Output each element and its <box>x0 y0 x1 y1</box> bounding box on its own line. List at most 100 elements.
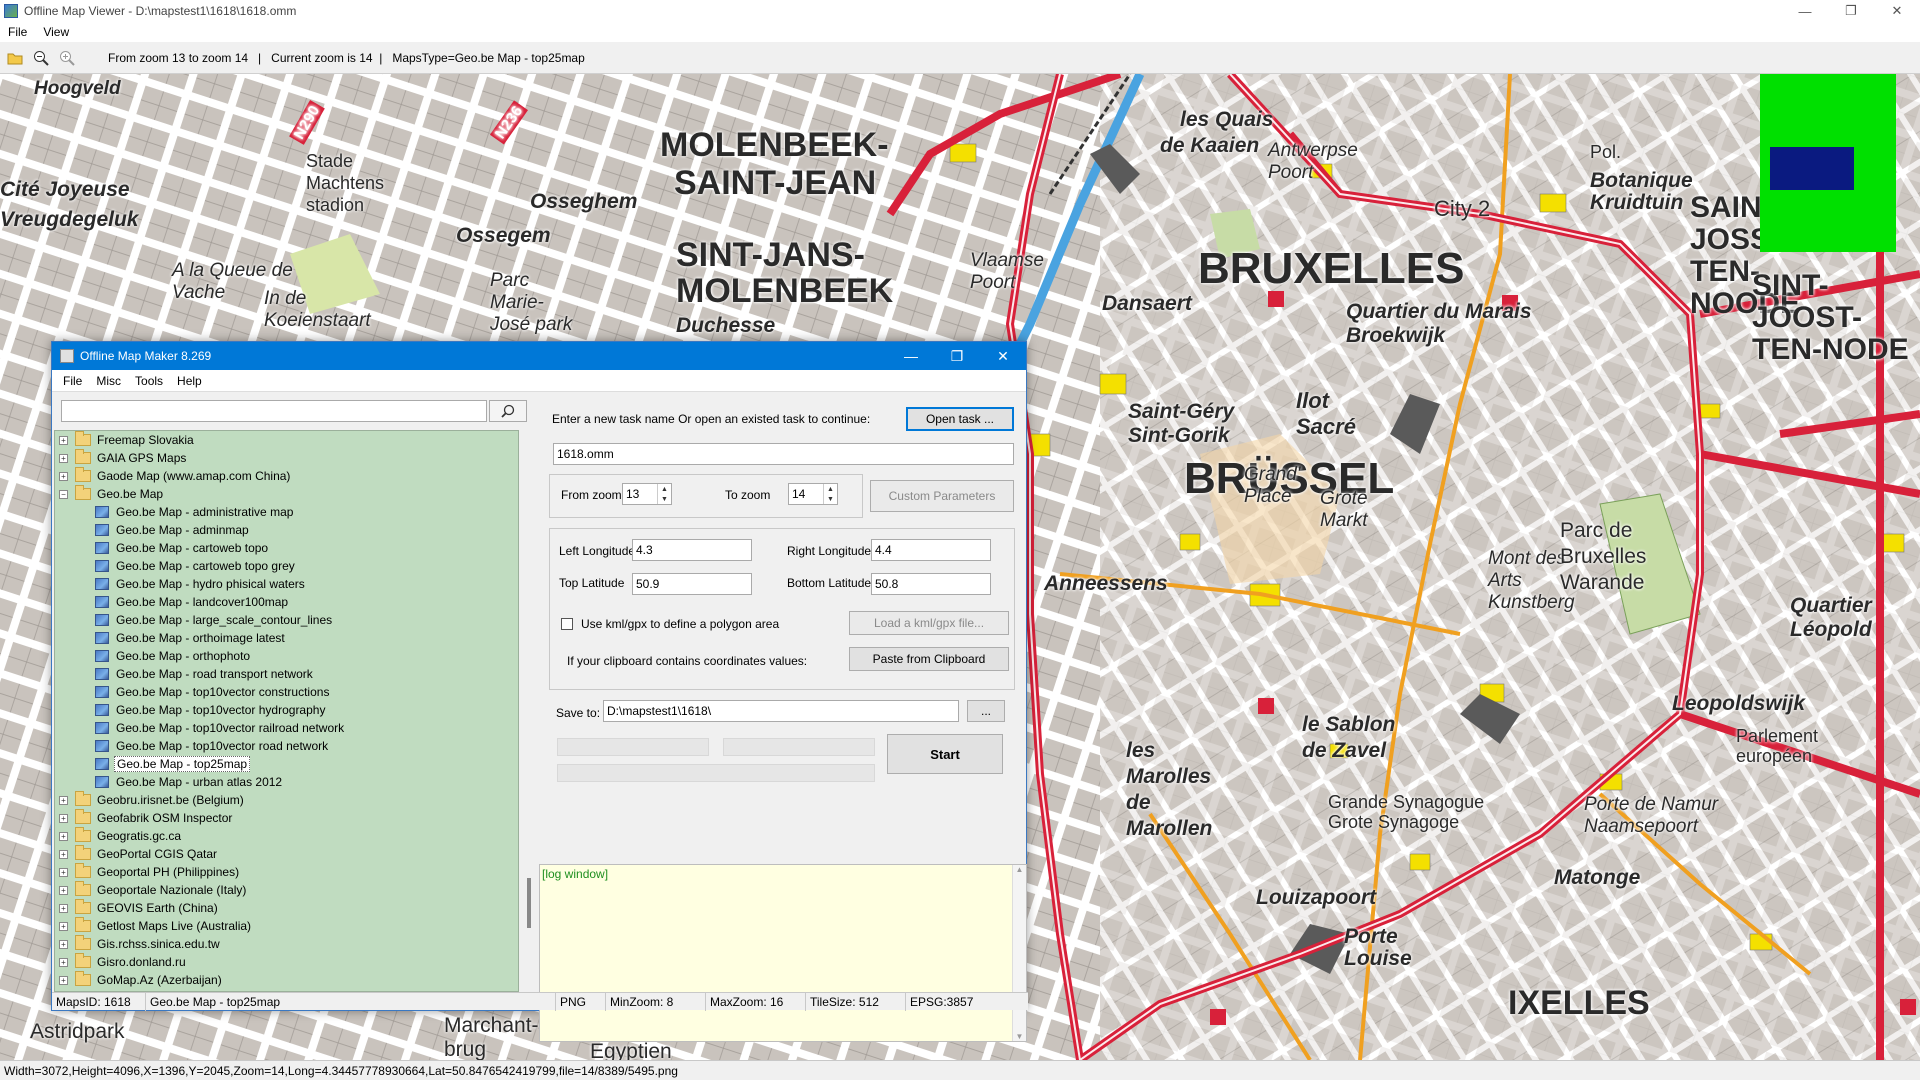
map-label: Grote Markt <box>1320 488 1368 531</box>
close-button[interactable]: ✕ <box>1874 0 1920 22</box>
expand-icon[interactable]: + <box>59 795 68 805</box>
save-to-input[interactable]: D:\mapstest1\1618\ <box>603 700 959 722</box>
tree-folder-item[interactable]: + GEOVIS Earth (China) <box>55 899 518 917</box>
menu-tools[interactable]: Tools <box>128 374 170 388</box>
scroll-down-icon[interactable]: ▼ <box>1016 1032 1024 1041</box>
zoom-out-button[interactable] <box>30 47 52 69</box>
tree-map-item[interactable]: Geo.be Map - top25map <box>55 755 518 773</box>
expand-icon[interactable]: + <box>59 849 68 859</box>
open-task-button[interactable]: Open task ... <box>906 407 1014 431</box>
tree-map-item[interactable]: Geo.be Map - orthoimage latest <box>55 629 518 647</box>
tree-folder-item[interactable]: + GeoPortal CGIS Qatar <box>55 845 518 863</box>
maximize-button[interactable]: ❐ <box>934 342 980 370</box>
menu-file[interactable]: File <box>56 374 89 388</box>
tree-map-item[interactable]: Geo.be Map - large_scale_contour_lines <box>55 611 518 629</box>
expand-icon[interactable]: + <box>59 903 68 913</box>
tree-folder-item[interactable]: + GAIA GPS Maps <box>55 449 518 467</box>
menu-file[interactable]: File <box>0 25 35 39</box>
map-label: Cité Joyeuse <box>0 178 130 201</box>
expand-icon[interactable]: + <box>59 813 68 823</box>
overview-minimap[interactable] <box>1760 74 1896 252</box>
tree-folder-item[interactable]: − Geo.be Map <box>55 485 518 503</box>
map-icon <box>95 632 109 644</box>
tree-map-item[interactable]: Geo.be Map - hydro phisical waters <box>55 575 518 593</box>
zoom-in-button[interactable] <box>56 47 78 69</box>
expand-icon[interactable]: + <box>59 831 68 841</box>
expand-icon[interactable]: + <box>59 435 68 445</box>
tree-folder-item[interactable]: + Geogratis.gc.ca <box>55 827 518 845</box>
log-window[interactable]: [log window] ▲ ▼ <box>539 864 1027 1042</box>
arrow-up-icon[interactable]: ▲ <box>661 486 668 493</box>
overview-viewport[interactable] <box>1770 147 1854 190</box>
expand-icon[interactable]: + <box>59 921 68 931</box>
map-label: Leopoldswijk <box>1672 692 1806 715</box>
folder-icon <box>75 899 91 914</box>
tree-map-item[interactable]: Geo.be Map - cartoweb topo <box>55 539 518 557</box>
to-zoom-spinner[interactable]: 14 ▲ ▼ <box>788 483 838 505</box>
expand-icon[interactable]: + <box>59 471 68 481</box>
search-button[interactable] <box>489 400 527 422</box>
log-scrollbar[interactable]: ▲ ▼ <box>1012 865 1026 1041</box>
tree-folder-item[interactable]: + Geobru.irisnet.be (Belgium) <box>55 791 518 809</box>
open-folder-button[interactable] <box>4 47 26 69</box>
close-button[interactable]: ✕ <box>980 342 1026 370</box>
tree-map-item[interactable]: Geo.be Map - cartoweb topo grey <box>55 557 518 575</box>
expand-icon[interactable]: + <box>59 939 68 949</box>
menu-help[interactable]: Help <box>170 374 209 388</box>
tree-folder-item[interactable]: + Geoportal PH (Philippines) <box>55 863 518 881</box>
spinner-arrows[interactable]: ▲ ▼ <box>657 484 671 504</box>
tree-map-item[interactable]: Geo.be Map - landcover100map <box>55 593 518 611</box>
tree-map-item[interactable]: Geo.be Map - adminmap <box>55 521 518 539</box>
tree-folder-item[interactable]: + Geofabrik OSM Inspector <box>55 809 518 827</box>
map-maker-title-bar[interactable]: Offline Map Maker 8.269 — ❐ ✕ <box>52 342 1026 370</box>
browse-button[interactable]: ... <box>967 700 1005 722</box>
expand-icon[interactable]: + <box>59 957 68 967</box>
kml-checkbox[interactable] <box>561 618 573 630</box>
minimize-button[interactable]: — <box>888 342 934 370</box>
tree-map-item[interactable]: Geo.be Map - top10vector road network <box>55 737 518 755</box>
tree-map-item[interactable]: Geo.be Map - urban atlas 2012 <box>55 773 518 791</box>
custom-parameters-button[interactable]: Custom Parameters <box>870 480 1014 512</box>
tree-map-item[interactable]: Geo.be Map - top10vector hydrography <box>55 701 518 719</box>
scroll-up-icon[interactable]: ▲ <box>1016 865 1024 874</box>
load-kml-button[interactable]: Load a kml/gpx file... <box>849 611 1009 635</box>
tree-map-item[interactable]: Geo.be Map - administrative map <box>55 503 518 521</box>
tree-folder-item[interactable]: + Gis.rchss.sinica.edu.tw <box>55 935 518 953</box>
from-zoom-spinner[interactable]: 13 ▲ ▼ <box>622 483 672 505</box>
clipboard-label: If your clipboard contains coordinates v… <box>567 654 808 668</box>
map-label: Quartier du Marais Broekwijk <box>1346 300 1532 347</box>
tree-folder-item[interactable]: + Geoportale Nazionale (Italy) <box>55 881 518 899</box>
expand-icon[interactable]: + <box>59 867 68 877</box>
right-longitude-input[interactable]: 4.4 <box>871 539 991 561</box>
expand-icon[interactable]: + <box>59 453 68 463</box>
map-label: Grand' Place <box>1244 464 1301 507</box>
menu-misc[interactable]: Misc <box>89 374 128 388</box>
tree-folder-item[interactable]: + GoMap.Az (Azerbaijan) <box>55 971 518 989</box>
collapse-icon[interactable]: − <box>59 489 68 499</box>
tree-map-item[interactable]: Geo.be Map - orthophoto <box>55 647 518 665</box>
start-button[interactable]: Start <box>887 734 1003 774</box>
maximize-button[interactable]: ❐ <box>1828 0 1874 22</box>
arrow-down-icon[interactable]: ▼ <box>827 496 834 503</box>
arrow-down-icon[interactable]: ▼ <box>661 496 668 503</box>
search-input[interactable] <box>61 400 487 422</box>
minimize-button[interactable]: — <box>1782 0 1828 22</box>
tree-map-item[interactable]: Geo.be Map - top10vector constructions <box>55 683 518 701</box>
tree-folder-item[interactable]: + Gaode Map (www.amap.com China) <box>55 467 518 485</box>
tree-folder-item[interactable]: + Freemap Slovakia <box>55 431 518 449</box>
tree-scrollbar-thumb[interactable] <box>527 878 531 928</box>
bottom-latitude-input[interactable]: 50.8 <box>871 573 991 595</box>
tree-folder-item[interactable]: + Gisro.donland.ru <box>55 953 518 971</box>
tree-map-item[interactable]: Geo.be Map - road transport network <box>55 665 518 683</box>
tree-map-item[interactable]: Geo.be Map - top10vector railroad networ… <box>55 719 518 737</box>
top-latitude-input[interactable]: 50.9 <box>632 573 752 595</box>
paste-clipboard-button[interactable]: Paste from Clipboard <box>849 647 1009 671</box>
expand-icon[interactable]: + <box>59 975 68 985</box>
task-name-input[interactable]: 1618.omm <box>553 443 1014 465</box>
tree-folder-item[interactable]: + Getlost Maps Live (Australia) <box>55 917 518 935</box>
expand-icon[interactable]: + <box>59 885 68 895</box>
menu-view[interactable]: View <box>35 25 77 39</box>
left-longitude-input[interactable]: 4.3 <box>632 539 752 561</box>
spinner-arrows[interactable]: ▲ ▼ <box>823 484 837 504</box>
arrow-up-icon[interactable]: ▲ <box>827 486 834 493</box>
